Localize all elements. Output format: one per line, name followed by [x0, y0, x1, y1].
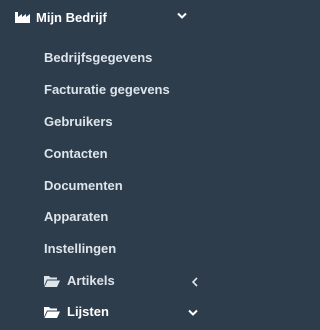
menu-item-label: Artikels [67, 273, 115, 288]
menu-item-label: Gebruikers [44, 114, 113, 129]
menu-item-label: Bedrijfsgegevens [44, 50, 153, 65]
chevron-down-icon[interactable] [188, 309, 198, 317]
chevron-down-icon[interactable] [177, 12, 187, 20]
menu-item-artikels[interactable]: Artikels [0, 269, 208, 295]
menu-item-label: Apparaten [44, 209, 109, 224]
menu-item-label: Documenten [44, 178, 123, 193]
menu-item-gebruikers[interactable]: Gebruikers [0, 110, 208, 136]
menu-item-lijsten[interactable]: Lijsten [0, 300, 208, 326]
menu-item-documenten[interactable]: Documenten [0, 174, 208, 200]
menu-item-label: Facturatie gegevens [44, 82, 170, 97]
menu-item-label: Contacten [44, 146, 108, 161]
menu-item-contacten[interactable]: Contacten [0, 142, 208, 168]
menu-header-label: Mijn Bedrijf [36, 10, 107, 25]
sidebar-menu: Mijn Bedrijf Bedrijfsgegevens Facturatie… [0, 0, 208, 330]
menu-item-label: Lijsten [67, 304, 109, 319]
menu-item-facturatie-gegevens[interactable]: Facturatie gegevens [0, 78, 208, 104]
menu-item-apparaten[interactable]: Apparaten [0, 205, 208, 231]
folder-open-icon [44, 276, 60, 287]
menu-item-label: Instellingen [44, 241, 117, 256]
menu-item-bedrijfsgegevens[interactable]: Bedrijfsgegevens [0, 46, 208, 72]
menu-header-mijn-bedrijf[interactable]: Mijn Bedrijf [0, 0, 208, 36]
industry-icon [15, 12, 30, 23]
chevron-left-icon[interactable] [192, 277, 198, 287]
menu-item-instellingen[interactable]: Instellingen [0, 237, 208, 263]
folder-open-icon [44, 307, 60, 318]
